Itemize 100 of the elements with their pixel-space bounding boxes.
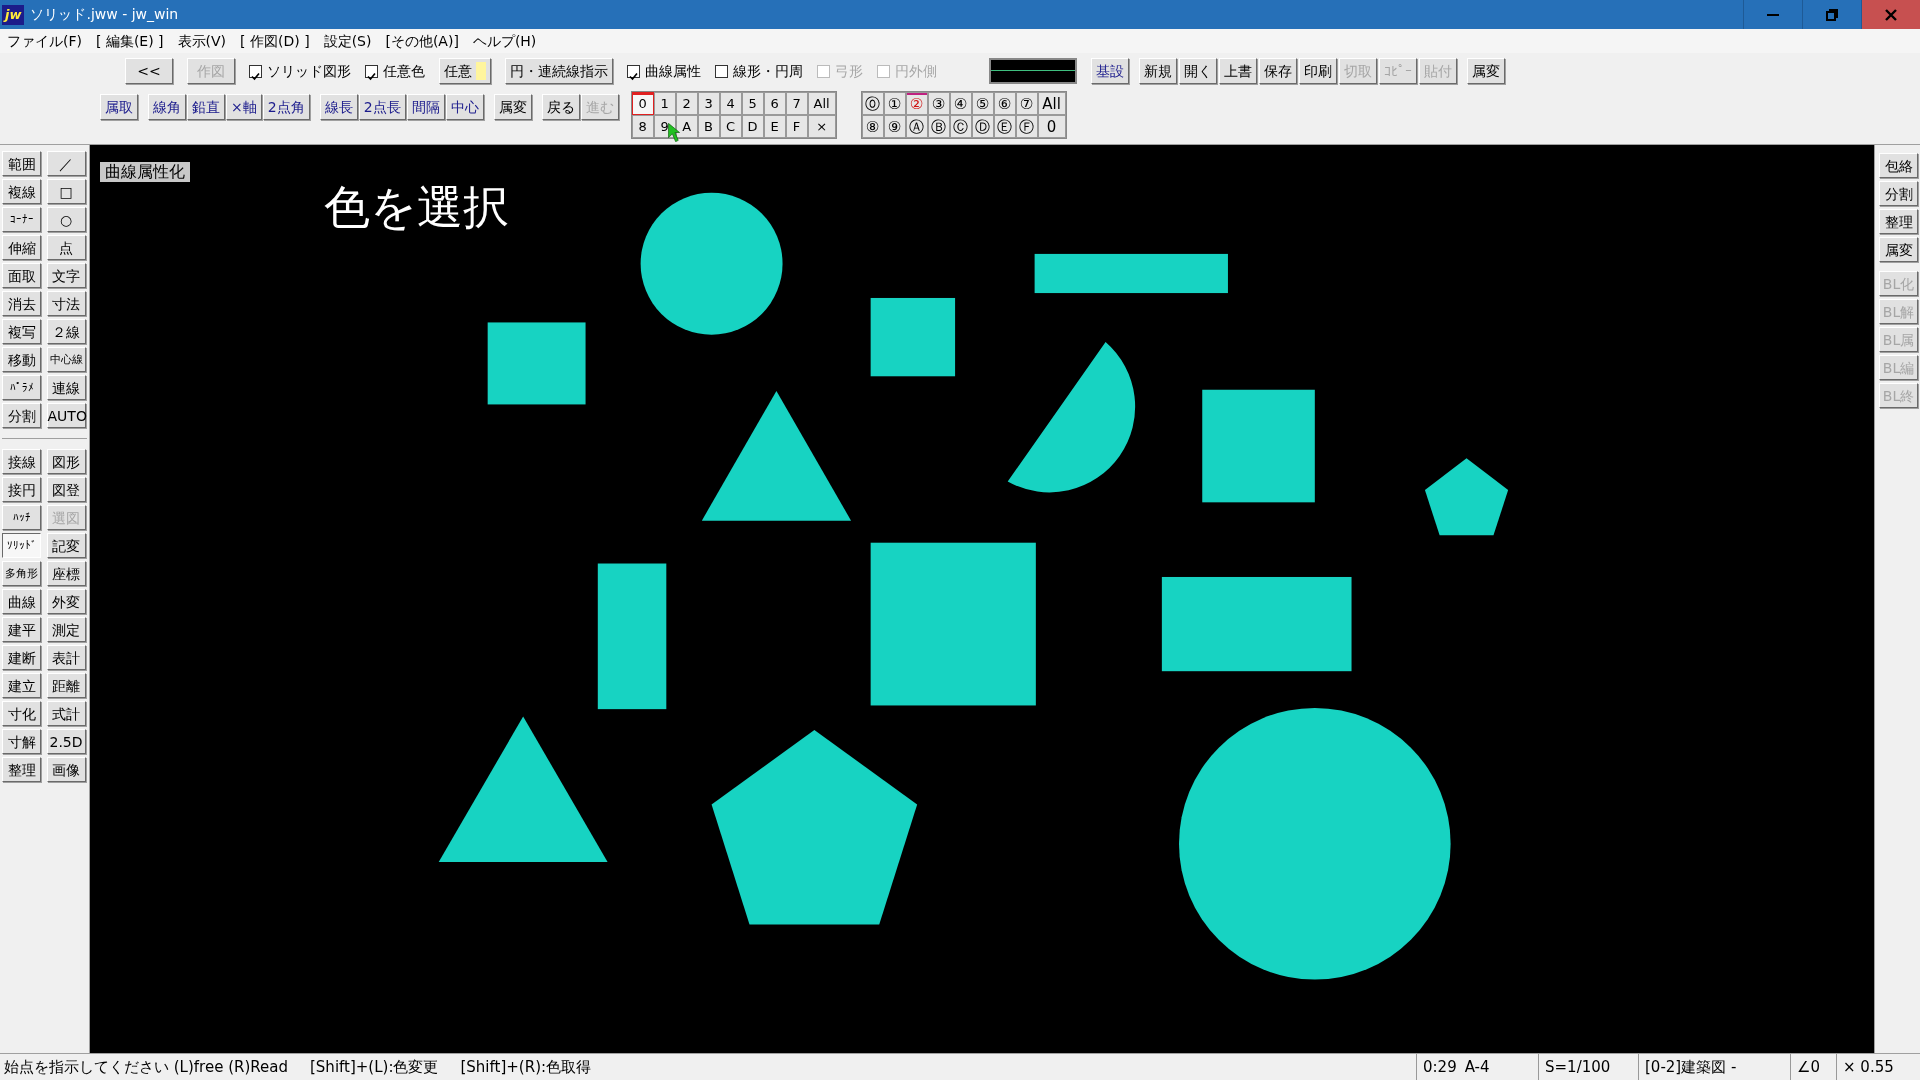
layer-group-button[interactable]: Ⓓ <box>971 115 994 138</box>
checkbox[interactable]: 線形・円周 <box>715 60 803 82</box>
tool-button[interactable]: 接円 <box>2 477 41 502</box>
tool-button[interactable]: 2.5D <box>46 729 86 754</box>
tool-button[interactable]: AUTO <box>46 403 86 428</box>
layer-group-button[interactable]: Ⓕ <box>1015 115 1038 138</box>
toolbar-button[interactable]: 新規 <box>1139 58 1177 84</box>
layer-group-button[interactable]: Ⓑ <box>927 115 950 138</box>
tool-button[interactable]: ｿﾘｯﾄﾞ <box>2 533 41 558</box>
toolbar-button[interactable]: 開く <box>1179 58 1217 84</box>
layer-button[interactable]: C <box>719 115 742 138</box>
layer-group-button[interactable]: ⑥ <box>993 92 1016 115</box>
checkbox[interactable]: ソリッド図形 <box>249 60 351 82</box>
tool-button[interactable]: 建断 <box>2 645 41 670</box>
color-button[interactable]: 任意 <box>439 58 491 84</box>
tool-button[interactable]: 図登 <box>46 477 86 502</box>
tool-button[interactable]: 連線 <box>46 375 86 400</box>
tool-button[interactable]: 面取 <box>2 263 41 288</box>
tool-button[interactable]: 移動 <box>2 347 41 372</box>
toolbar-button[interactable]: << <box>125 58 173 84</box>
menu-item[interactable]: 設定(S) <box>316 30 379 52</box>
layer-group-button[interactable]: ⑨ <box>883 115 906 138</box>
toolbar-button[interactable]: 上書 <box>1219 58 1257 84</box>
tool-button[interactable]: 寸化 <box>2 701 41 726</box>
toolbar-button[interactable]: 2点長 <box>358 94 406 120</box>
menu-item[interactable]: [その他(A)] <box>378 30 466 52</box>
layer-group-button[interactable]: ③ <box>927 92 950 115</box>
tool-button[interactable]: 図形 <box>46 449 86 474</box>
tool-button[interactable]: 表計 <box>46 645 86 670</box>
layer-group-button[interactable]: Ⓒ <box>949 115 972 138</box>
layer-button[interactable]: 7 <box>785 92 808 115</box>
tool-button[interactable]: 分割 <box>2 403 41 428</box>
toolbar-button[interactable]: 属変 <box>493 94 532 120</box>
tool-button[interactable]: 曲線 <box>2 589 41 614</box>
layer-button[interactable]: E <box>763 115 786 138</box>
checkbox[interactable]: 任意色 <box>365 60 425 82</box>
tool-button[interactable]: 測定 <box>46 617 86 642</box>
tool-button[interactable]: 座標 <box>46 561 86 586</box>
tool-button[interactable]: 寸解 <box>2 729 41 754</box>
toolbar-button[interactable]: 戻る <box>541 94 580 120</box>
toolbar-button[interactable]: 線角 <box>148 94 186 120</box>
toolbar-button[interactable]: 基設 <box>1091 58 1129 84</box>
toolbar-button[interactable]: 中心 <box>445 94 484 120</box>
layer-group-button[interactable]: Ⓔ <box>993 115 1016 138</box>
layer-group-button[interactable]: ② <box>905 92 928 115</box>
all-groups-button[interactable]: 0 <box>1037 115 1066 138</box>
tool-button[interactable]: 分割 <box>1879 181 1918 206</box>
tool-button[interactable]: ﾊｯﾁ <box>2 505 41 530</box>
checkbox[interactable]: 曲線属性 <box>627 60 701 82</box>
tool-button[interactable]: 伸縮 <box>2 235 41 260</box>
close-button[interactable] <box>1861 0 1920 29</box>
all-layers-button[interactable]: All <box>807 92 836 115</box>
tool-button[interactable]: 点 <box>46 235 86 260</box>
tool-button[interactable]: ｺｰﾅｰ <box>2 207 41 232</box>
layer-group-button[interactable]: ⓪ <box>861 92 884 115</box>
tool-button[interactable]: 消去 <box>2 291 41 316</box>
layer-button[interactable]: 8 <box>631 115 654 138</box>
layer-button[interactable]: 5 <box>741 92 764 115</box>
layer-button[interactable]: 1 <box>653 92 676 115</box>
layer-button[interactable]: B <box>697 115 720 138</box>
tool-button[interactable]: ○ <box>46 207 86 232</box>
toolbar-button[interactable]: 鉛直 <box>187 94 225 120</box>
tool-button[interactable]: 文字 <box>46 263 86 288</box>
tool-button[interactable]: 整理 <box>1879 209 1918 234</box>
all-layers-button[interactable]: × <box>807 115 836 138</box>
tool-button[interactable]: 画像 <box>46 757 86 782</box>
tool-button[interactable]: 複線 <box>2 179 41 204</box>
layer-button[interactable]: 3 <box>697 92 720 115</box>
toolbar-button[interactable]: 属変 <box>1467 58 1505 84</box>
toolbar-button[interactable]: 属取 <box>100 94 138 120</box>
layer-button[interactable]: 0 <box>631 92 654 115</box>
tool-button[interactable]: 包絡 <box>1879 153 1918 178</box>
all-groups-button[interactable]: All <box>1037 92 1066 115</box>
layer-group-button[interactable]: ④ <box>949 92 972 115</box>
tool-button[interactable]: ２線 <box>46 319 86 344</box>
tool-button[interactable]: □ <box>46 179 86 204</box>
tool-button[interactable]: 距離 <box>46 673 86 698</box>
tool-button[interactable]: 外変 <box>46 589 86 614</box>
tool-button[interactable]: 範囲 <box>2 151 41 176</box>
tool-button[interactable]: 多角形 <box>2 561 41 586</box>
tool-button[interactable]: 接線 <box>2 449 41 474</box>
tool-button[interactable]: ／ <box>46 151 86 176</box>
tool-button[interactable]: 記変 <box>46 533 86 558</box>
tool-button[interactable]: 整理 <box>2 757 41 782</box>
menu-item[interactable]: [ 作図(D) ] <box>233 30 317 52</box>
tool-button[interactable]: 中心線 <box>46 347 86 372</box>
toolbar-button[interactable]: 円・連続線指示 <box>505 58 613 84</box>
tool-button[interactable]: 複写 <box>2 319 41 344</box>
toolbar-button[interactable]: 保存 <box>1259 58 1297 84</box>
toolbar-button[interactable]: 線長 <box>319 94 358 120</box>
toolbar-button[interactable]: 印刷 <box>1299 58 1337 84</box>
toolbar-button[interactable]: 間隔 <box>406 94 445 120</box>
layer-group-button[interactable]: ⑤ <box>971 92 994 115</box>
layer-group-button[interactable]: ⑦ <box>1015 92 1038 115</box>
layer-button[interactable]: F <box>785 115 808 138</box>
menu-item[interactable]: [ 編集(E) ] <box>89 30 171 52</box>
layer-group-button[interactable]: Ⓐ <box>905 115 928 138</box>
layer-button[interactable]: D <box>741 115 764 138</box>
layer-group-button[interactable]: ① <box>883 92 906 115</box>
layer-button[interactable]: 6 <box>763 92 786 115</box>
